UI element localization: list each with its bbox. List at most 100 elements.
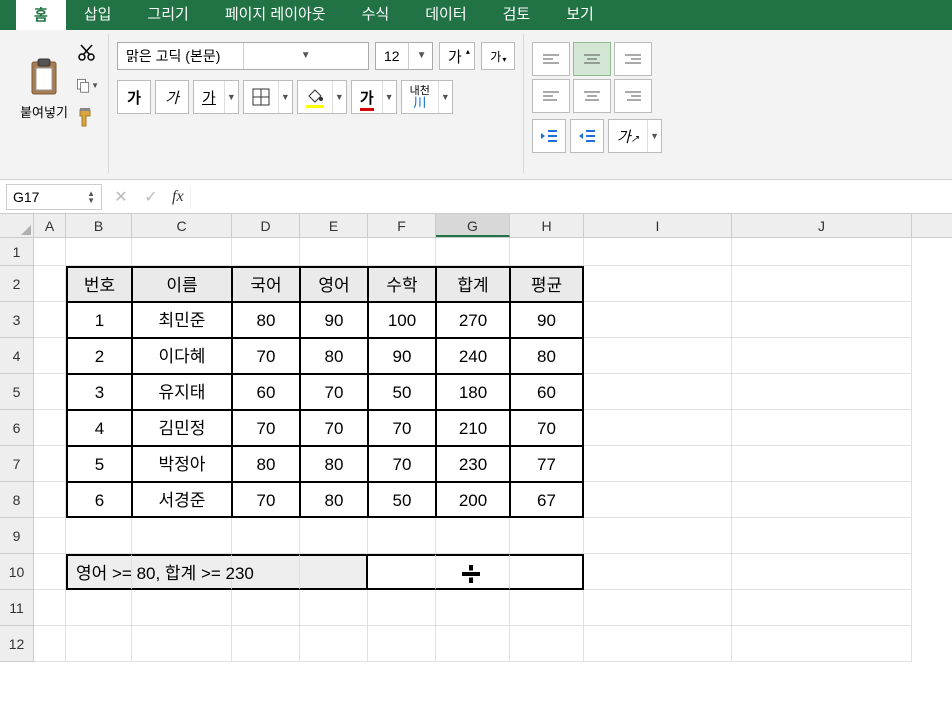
row-header-6[interactable]: 6 bbox=[0, 410, 34, 446]
cell[interactable]: 80 bbox=[300, 446, 368, 482]
cell[interactable] bbox=[584, 590, 732, 626]
row-header-2[interactable]: 2 bbox=[0, 266, 34, 302]
col-header-I[interactable]: I bbox=[584, 214, 732, 237]
cell[interactable] bbox=[300, 590, 368, 626]
cell[interactable] bbox=[732, 338, 912, 374]
name-box[interactable]: G17 ▲▼ bbox=[6, 184, 102, 210]
cell[interactable] bbox=[34, 410, 66, 446]
cell[interactable] bbox=[510, 626, 584, 662]
cell[interactable] bbox=[732, 238, 912, 266]
cell[interactable] bbox=[732, 626, 912, 662]
cell[interactable] bbox=[66, 518, 132, 554]
align-left[interactable] bbox=[532, 79, 570, 113]
cell[interactable] bbox=[584, 482, 732, 518]
cell[interactable]: 70 bbox=[300, 410, 368, 446]
cell[interactable]: 합계 bbox=[436, 266, 510, 302]
row-header-11[interactable]: 11 bbox=[0, 590, 34, 626]
row-header-1[interactable]: 1 bbox=[0, 238, 34, 266]
cell[interactable] bbox=[584, 554, 732, 590]
cell[interactable]: 90 bbox=[368, 338, 436, 374]
row-header-3[interactable]: 3 bbox=[0, 302, 34, 338]
cell[interactable]: 평균 bbox=[510, 266, 584, 302]
cell[interactable] bbox=[34, 302, 66, 338]
cell[interactable] bbox=[584, 302, 732, 338]
cell[interactable]: 70 bbox=[300, 374, 368, 410]
cell[interactable] bbox=[584, 626, 732, 662]
cell[interactable] bbox=[510, 554, 584, 590]
cell[interactable]: 60 bbox=[510, 374, 584, 410]
tab-data[interactable]: 데이터 bbox=[407, 0, 484, 30]
cell[interactable] bbox=[34, 338, 66, 374]
cell[interactable] bbox=[732, 518, 912, 554]
cell[interactable]: 70 bbox=[368, 446, 436, 482]
select-all-corner[interactable] bbox=[0, 214, 34, 237]
cell[interactable] bbox=[34, 518, 66, 554]
cell[interactable] bbox=[132, 590, 232, 626]
cell[interactable]: 70 bbox=[232, 338, 300, 374]
col-header-J[interactable]: J bbox=[732, 214, 912, 237]
cell[interactable]: 230 bbox=[436, 446, 510, 482]
tab-home[interactable]: 홈 bbox=[16, 0, 66, 30]
cell[interactable] bbox=[436, 590, 510, 626]
format-painter-button[interactable] bbox=[74, 104, 100, 130]
chevron-down-icon[interactable]: ▼ bbox=[647, 120, 661, 152]
chevron-down-icon[interactable]: ▼ bbox=[243, 43, 369, 69]
cell[interactable] bbox=[368, 590, 436, 626]
grow-font-button[interactable]: 가▴ bbox=[439, 42, 475, 70]
col-header-G[interactable]: G bbox=[436, 214, 510, 237]
cell[interactable] bbox=[34, 374, 66, 410]
bold-button[interactable]: 가 bbox=[117, 80, 151, 114]
cell[interactable] bbox=[732, 374, 912, 410]
cell[interactable] bbox=[232, 238, 300, 266]
cell[interactable] bbox=[732, 410, 912, 446]
cell[interactable] bbox=[368, 626, 436, 662]
col-header-E[interactable]: E bbox=[300, 214, 368, 237]
cell[interactable]: 90 bbox=[300, 302, 368, 338]
cell[interactable]: 4 bbox=[66, 410, 132, 446]
underline-button[interactable]: 가 ▼ bbox=[193, 80, 239, 114]
cell[interactable] bbox=[732, 590, 912, 626]
cell[interactable] bbox=[300, 554, 368, 590]
cell[interactable] bbox=[584, 266, 732, 302]
cell[interactable]: 국어 bbox=[232, 266, 300, 302]
cell[interactable]: 90 bbox=[510, 302, 584, 338]
cell[interactable]: 최민준 bbox=[132, 302, 232, 338]
cell[interactable]: 1 bbox=[66, 302, 132, 338]
chevron-down-icon[interactable]: ▼ bbox=[224, 81, 238, 113]
cell[interactable]: 이름 bbox=[132, 266, 232, 302]
cell[interactable]: 270 bbox=[436, 302, 510, 338]
row-header-12[interactable]: 12 bbox=[0, 626, 34, 662]
cell[interactable] bbox=[584, 338, 732, 374]
cell[interactable] bbox=[34, 482, 66, 518]
col-header-C[interactable]: C bbox=[132, 214, 232, 237]
copy-button[interactable]: ▼ bbox=[74, 72, 100, 98]
cell[interactable] bbox=[368, 238, 436, 266]
shrink-font-button[interactable]: 가▾ bbox=[481, 42, 515, 70]
cell[interactable] bbox=[732, 302, 912, 338]
cell[interactable] bbox=[132, 626, 232, 662]
cell[interactable] bbox=[34, 554, 66, 590]
row-header-7[interactable]: 7 bbox=[0, 446, 34, 482]
cell[interactable]: 200 bbox=[436, 482, 510, 518]
cell[interactable]: 50 bbox=[368, 374, 436, 410]
cancel-formula-button[interactable]: ✕ bbox=[106, 187, 136, 207]
cell[interactable]: 수학 bbox=[368, 266, 436, 302]
increase-indent-button[interactable] bbox=[570, 119, 604, 153]
col-header-B[interactable]: B bbox=[66, 214, 132, 237]
cell[interactable] bbox=[510, 238, 584, 266]
align-center[interactable] bbox=[573, 79, 611, 113]
cell[interactable] bbox=[436, 554, 510, 590]
tab-review[interactable]: 검토 bbox=[485, 0, 549, 30]
chevron-down-icon[interactable]: ▼ bbox=[408, 43, 432, 69]
cell[interactable]: 서경준 bbox=[132, 482, 232, 518]
fill-color-button[interactable]: ▼ bbox=[297, 80, 347, 114]
fx-label[interactable]: fx bbox=[166, 188, 190, 206]
cell[interactable] bbox=[66, 590, 132, 626]
cell[interactable] bbox=[584, 518, 732, 554]
phonetic-button[interactable]: 내천 川 ▼ bbox=[401, 80, 453, 114]
cell[interactable]: 80 bbox=[232, 302, 300, 338]
font-size-combo[interactable]: 12 ▼ bbox=[375, 42, 433, 70]
row-header-9[interactable]: 9 bbox=[0, 518, 34, 554]
col-header-A[interactable]: A bbox=[34, 214, 66, 237]
cell[interactable] bbox=[368, 518, 436, 554]
